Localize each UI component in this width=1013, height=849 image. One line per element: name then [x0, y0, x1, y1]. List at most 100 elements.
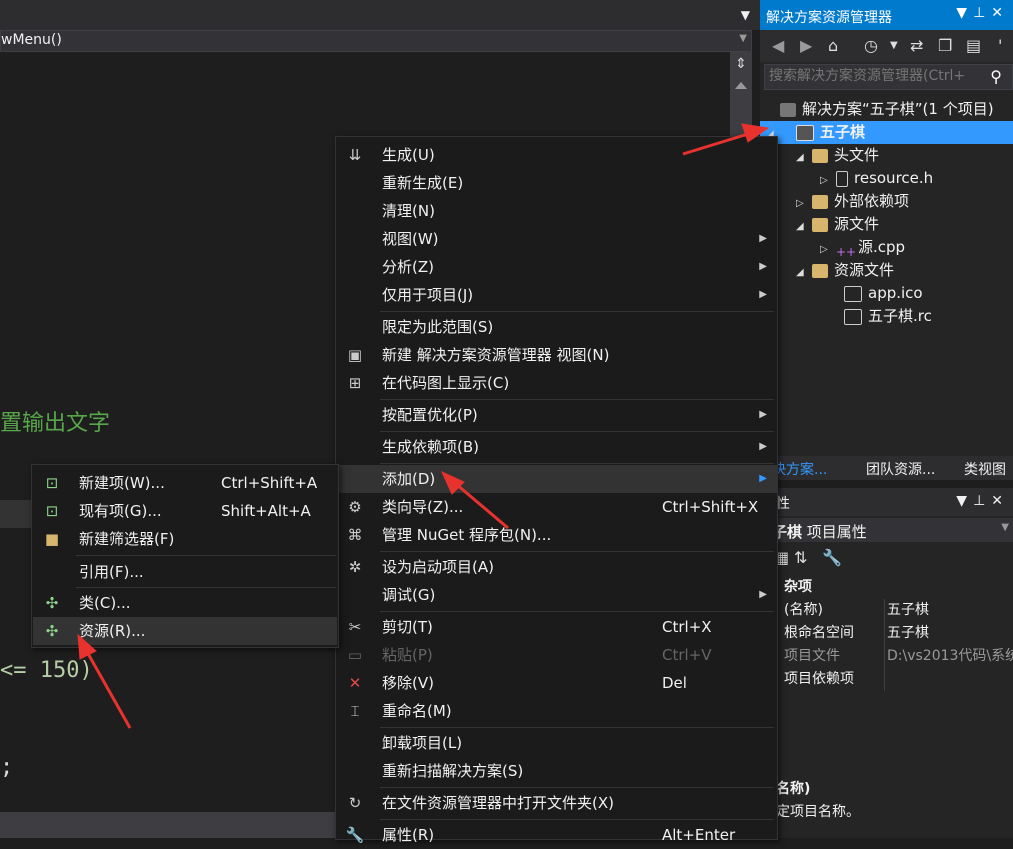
- menu-item-clean[interactable]: 清理(N): [336, 197, 777, 225]
- menu-item-view[interactable]: 视图(W) ▶: [336, 225, 777, 253]
- menu-item-project-only[interactable]: 仅用于项目(J) ▶: [336, 281, 777, 309]
- solution-search-box[interactable]: ⚲: [764, 64, 1013, 90]
- menu-item-unload-project[interactable]: 卸载项目(L): [336, 729, 777, 757]
- project-context-menu: ⇊ 生成(U) 重新生成(E) 清理(N) 视图(W) ▶ 分析(Z) ▶ 仅用于项目…: [335, 136, 778, 844]
- tree-item-app-ico[interactable]: app.ico: [836, 282, 923, 305]
- menu-item-resource[interactable]: ✣ 资源(R)...: [33, 617, 337, 645]
- menu-item-class-wizard[interactable]: ⚙ 类向导(Z)... Ctrl+Shift+X: [336, 493, 777, 521]
- menu-item-build[interactable]: ⇊ 生成(U): [336, 141, 777, 169]
- sync-icon[interactable]: ⇄: [910, 36, 923, 55]
- menu-item-set-startup[interactable]: ✲ 设为启动项目(A): [336, 553, 777, 581]
- pin-icon[interactable]: ⊥: [973, 5, 991, 21]
- menu-separator: [76, 587, 336, 588]
- editor-tab-bar: ▼: [0, 0, 760, 30]
- tree-item-project[interactable]: ◢ 五子棋: [760, 121, 1013, 144]
- tab-solution-explorer[interactable]: 决方案...: [772, 459, 827, 479]
- editor-horizontal-scrollbar[interactable]: [0, 812, 340, 838]
- folder-icon: [812, 148, 828, 163]
- explorer-tab-strip: 决方案... 团队资源... 类视图: [760, 456, 1013, 480]
- home-icon[interactable]: ⌂: [828, 36, 838, 55]
- close-icon[interactable]: ✕: [991, 5, 1009, 21]
- build-icon: ⇊: [348, 146, 362, 164]
- rename-icon: ⌶: [350, 702, 360, 720]
- folder-icon: [812, 217, 828, 232]
- scissors-icon: ✂: [348, 618, 362, 636]
- properties-title-bar: 性 ▼⊥✕: [760, 488, 1013, 516]
- history-icon[interactable]: ◷: [864, 36, 878, 55]
- collapse-all-icon[interactable]: ❐: [938, 36, 952, 55]
- menu-item-rebuild[interactable]: 重新生成(E): [336, 169, 777, 197]
- chevron-down-icon[interactable]: ▼: [956, 5, 973, 21]
- menu-item-add[interactable]: 添加(D) ▶: [336, 465, 777, 493]
- properties-object-dropdown[interactable]: 子棋 项目属性 ▼: [760, 518, 1013, 542]
- menu-item-properties[interactable]: 🔧 属性(R) Alt+Enter: [336, 821, 777, 849]
- menu-item-existing-item[interactable]: ⊡ 现有项(G)... Shift+Alt+A: [33, 497, 337, 525]
- properties-toolbar: ▦ ⇅ 🔧: [760, 545, 1013, 573]
- menu-item-new-filter[interactable]: ■ 新建筛选器(F): [33, 525, 337, 553]
- search-input[interactable]: [767, 67, 981, 85]
- tree-item-rc-file[interactable]: 五子棋.rc: [836, 305, 932, 328]
- chevron-down-icon[interactable]: ▼: [956, 493, 973, 509]
- image-file-icon: [844, 285, 862, 302]
- menu-separator: [380, 399, 774, 400]
- tree-item-external-deps[interactable]: ▷ 外部依赖项: [796, 190, 909, 213]
- tree-item-solution[interactable]: 解决方案“五子棋”(1 个项目): [764, 98, 994, 121]
- tree-item-source-files[interactable]: ◢ 源文件: [796, 213, 879, 236]
- scroll-up-icon[interactable]: [735, 82, 747, 89]
- menu-item-new-se-view[interactable]: ▣ 新建 解决方案资源管理器 视图(N): [336, 341, 777, 369]
- menu-item-new-item[interactable]: ⊡ 新建项(W)... Ctrl+Shift+A: [33, 469, 337, 497]
- tree-item-source-cpp[interactable]: ▷ ++ 源.cpp: [820, 236, 905, 259]
- member-dropdown-value: wMenu(): [1, 32, 62, 48]
- menu-item-reference[interactable]: 引用(F)...: [33, 558, 337, 586]
- new-item-icon: ⊡: [45, 474, 59, 492]
- property-row[interactable]: 项目依赖项: [760, 668, 1013, 691]
- solution-icon: [780, 102, 796, 117]
- member-dropdown[interactable]: wMenu() ▼: [0, 30, 752, 52]
- menu-item-rename[interactable]: ⌶ 重命名(M): [336, 697, 777, 725]
- folder-icon: [812, 194, 828, 209]
- pin-icon[interactable]: ⊥: [973, 493, 991, 509]
- menu-item-analyze[interactable]: 分析(Z) ▶: [336, 253, 777, 281]
- tree-item-resource-files[interactable]: ◢ 资源文件: [796, 259, 894, 282]
- back-icon[interactable]: ◀: [772, 36, 784, 55]
- header-file-icon: [836, 170, 848, 187]
- property-row[interactable]: (名称) 五子棋: [760, 599, 1013, 622]
- tab-team-explorer[interactable]: 团队资源...: [866, 459, 935, 479]
- submenu-arrow-icon: ▶: [759, 233, 767, 244]
- alphabetical-icon[interactable]: ⇅: [794, 548, 807, 567]
- menu-item-rescan-solution[interactable]: 重新扫描解决方案(S): [336, 757, 777, 785]
- chevron-down-icon[interactable]: ▼: [741, 8, 750, 22]
- tree-item-resource-h[interactable]: ▷ resource.h: [820, 167, 933, 190]
- tree-item-header-files[interactable]: ◢ 头文件: [796, 144, 879, 167]
- chevron-down-icon[interactable]: ▼: [890, 40, 898, 51]
- close-icon[interactable]: ✕: [991, 493, 1009, 509]
- menu-item-cut[interactable]: ✂ 剪切(T) Ctrl+X: [336, 613, 777, 641]
- submenu-arrow-icon: ▶: [759, 409, 767, 420]
- menu-separator: [380, 431, 774, 432]
- property-row[interactable]: 根命名空间 五子棋: [760, 622, 1013, 645]
- properties-icon[interactable]: ': [998, 36, 1002, 55]
- paste-icon: ▭: [347, 646, 363, 664]
- menu-item-scope-to-this[interactable]: 限定为此范围(S): [336, 313, 777, 341]
- property-category[interactable]: 杂项: [760, 576, 1013, 599]
- menu-item-pgo[interactable]: 按配置优化(P) ▶: [336, 401, 777, 429]
- menu-item-paste: ▭ 粘贴(P) Ctrl+V: [336, 641, 777, 669]
- property-pages-icon[interactable]: 🔧: [822, 548, 842, 567]
- show-all-files-icon[interactable]: ▤: [966, 36, 981, 55]
- panel-title: 性: [776, 496, 790, 512]
- menu-separator: [76, 555, 336, 556]
- menu-item-show-on-code-map[interactable]: ⊞ 在代码图上显示(C): [336, 369, 777, 397]
- project-icon: [796, 124, 814, 141]
- tab-class-view[interactable]: 类视图: [964, 459, 1006, 479]
- property-row[interactable]: 项目文件 D:\vs2013代码\系统: [760, 645, 1013, 668]
- chevron-down-icon: ▼: [1001, 522, 1009, 533]
- menu-item-debug[interactable]: 调试(G) ▶: [336, 581, 777, 609]
- menu-item-open-in-explorer[interactable]: ↻ 在文件资源管理器中打开文件夹(X): [336, 789, 777, 817]
- menu-item-build-dependencies[interactable]: 生成依赖项(B) ▶: [336, 433, 777, 461]
- forward-icon[interactable]: ▶: [800, 36, 812, 55]
- search-icon[interactable]: ⚲: [990, 67, 1002, 86]
- menu-item-class[interactable]: ✣ 类(C)...: [33, 589, 337, 617]
- menu-item-remove[interactable]: ✕ 移除(V) Del: [336, 669, 777, 697]
- menu-item-manage-nuget[interactable]: ⌘ 管理 NuGet 程序包(N)...: [336, 521, 777, 549]
- split-editor-icon[interactable]: ⇕: [731, 56, 751, 76]
